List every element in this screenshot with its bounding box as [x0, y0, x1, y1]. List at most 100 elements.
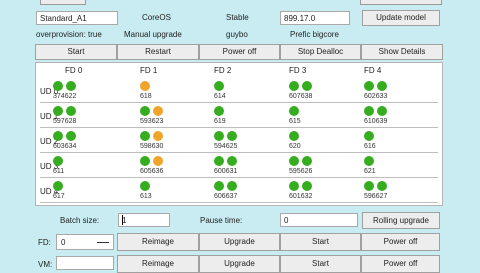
vm-start-button[interactable]: Start [280, 255, 361, 273]
vm-status-dot[interactable] [140, 81, 150, 91]
vm-ids: 615 [289, 117, 301, 126]
vm-power-off-button[interactable]: Power off [361, 255, 440, 273]
vm-status-dot[interactable] [227, 181, 237, 191]
fd-header: FD 2 [214, 66, 232, 75]
vm-status-dot[interactable] [153, 131, 163, 141]
vm-status-dot[interactable] [140, 131, 150, 141]
vm-ids: 594625 [214, 142, 237, 151]
vm-status-dot[interactable] [364, 156, 374, 166]
vm-id: 606 [214, 193, 226, 200]
vm-status-dot[interactable] [66, 106, 76, 116]
row-divider [40, 127, 438, 128]
vm-status-dot[interactable] [140, 156, 150, 166]
fd-header: FD 3 [289, 66, 307, 75]
vm-status-dot[interactable] [302, 181, 312, 191]
vm-status-dot[interactable] [289, 156, 299, 166]
vm-id: 593 [140, 118, 152, 125]
vm-status-dot[interactable] [227, 131, 237, 141]
vm-status-dot[interactable] [53, 81, 63, 91]
vm-id: 623 [151, 118, 164, 125]
show-details-button[interactable]: Show Details [361, 44, 443, 60]
pause-time-input[interactable]: 0 [280, 213, 358, 227]
power-off-button[interactable]: Power off [199, 44, 280, 60]
vm-status-dot[interactable] [227, 156, 237, 166]
vm-ids: 614 [214, 92, 226, 101]
vm-status-dot[interactable] [214, 106, 224, 116]
top-left-button[interactable] [40, 0, 86, 5]
vm-id: 638 [300, 93, 313, 100]
stop-dealloc-button[interactable]: Stop Dealloc [280, 44, 361, 60]
fd-select[interactable]: 0 [56, 234, 114, 250]
vm-ids: 598630 [140, 142, 163, 151]
vm-ids: 607638 [289, 92, 312, 101]
top-right-button[interactable] [360, 0, 442, 5]
vm-status-dot[interactable] [302, 156, 312, 166]
vm-ids: 602633 [364, 92, 387, 101]
vm-input[interactable] [56, 256, 114, 270]
version-field[interactable]: 899.17.0 [280, 11, 350, 25]
vm-status-dot[interactable] [140, 106, 150, 116]
fd-upgrade-button[interactable]: Upgrade [199, 233, 280, 251]
start-button[interactable]: Start [35, 44, 117, 60]
vm-ids: 616 [364, 142, 376, 151]
vm-status-dot[interactable] [214, 131, 224, 141]
vm-status-dot[interactable] [153, 156, 163, 166]
upgrade-mode-label: Manual upgrade [124, 30, 182, 39]
vm-status-dot[interactable] [289, 131, 299, 141]
vm-status-dot[interactable] [364, 181, 374, 191]
rolling-upgrade-button[interactable]: Rolling upgrade [362, 212, 440, 229]
vm-id: 596 [364, 193, 376, 200]
vm-id: 632 [300, 193, 313, 200]
vm-id: 597 [53, 118, 65, 125]
vm-upgrade-button[interactable]: Upgrade [199, 255, 280, 273]
vm-status-dot[interactable] [53, 131, 63, 141]
vm-status-dot[interactable] [377, 81, 387, 91]
update-model-button[interactable]: Update model [362, 10, 440, 26]
fd-start-button[interactable]: Start [280, 233, 361, 251]
fd-header: FD 4 [364, 66, 382, 75]
vm-status-dot[interactable] [140, 181, 150, 191]
vm-status-dot[interactable] [302, 81, 312, 91]
vm-status-dot[interactable] [214, 181, 224, 191]
vm-status-dot[interactable] [377, 106, 387, 116]
fd-header: FD 1 [140, 66, 158, 75]
vm-status-dot[interactable] [53, 181, 63, 191]
vm-status-dot[interactable] [66, 81, 76, 91]
vm-status-dot[interactable] [289, 181, 299, 191]
prefix-label: Prefic bigcore [290, 30, 339, 39]
model-name-field[interactable]: Standard_A1 [36, 11, 118, 25]
vm-status-dot[interactable] [364, 106, 374, 116]
restart-button[interactable]: Restart [117, 44, 199, 60]
vm-status-dot[interactable] [214, 81, 224, 91]
vm-reimage-button[interactable]: Reimage [117, 255, 199, 273]
vm-ids: 610639 [364, 117, 387, 126]
vm-id: 594 [214, 143, 226, 150]
vm-status-dot[interactable] [153, 106, 163, 116]
vm-id: 613 [140, 193, 152, 200]
vm-ids: 601632 [289, 192, 312, 201]
vm-status-dot[interactable] [364, 81, 374, 91]
vm-id: 614 [214, 93, 226, 100]
vm-status-dot[interactable] [364, 131, 374, 141]
os-label: CoreOS [142, 13, 171, 22]
vm-id: 639 [375, 118, 388, 125]
vm-status-dot[interactable] [53, 106, 63, 116]
row-divider [40, 102, 438, 103]
vm-label: VM: [38, 260, 53, 269]
vm-status-dot[interactable] [289, 106, 299, 116]
batch-size-input[interactable]: 1 [118, 213, 170, 227]
vm-ids: 621 [364, 167, 376, 176]
vm-status-dot[interactable] [66, 131, 76, 141]
vm-ids: 605636 [140, 167, 163, 176]
vm-id: 598 [140, 143, 152, 150]
vm-status-dot[interactable] [214, 156, 224, 166]
vm-ids: 603634 [53, 142, 76, 151]
fd-reimage-button[interactable]: Reimage [117, 233, 199, 251]
vm-status-dot[interactable] [289, 81, 299, 91]
vm-ids: 600631 [214, 167, 237, 176]
vm-status-dot[interactable] [53, 156, 63, 166]
vm-id: 622 [64, 93, 77, 100]
vm-status-dot[interactable] [377, 181, 387, 191]
vm-id: 615 [289, 118, 301, 125]
fd-power-off-button[interactable]: Power off [361, 233, 440, 251]
